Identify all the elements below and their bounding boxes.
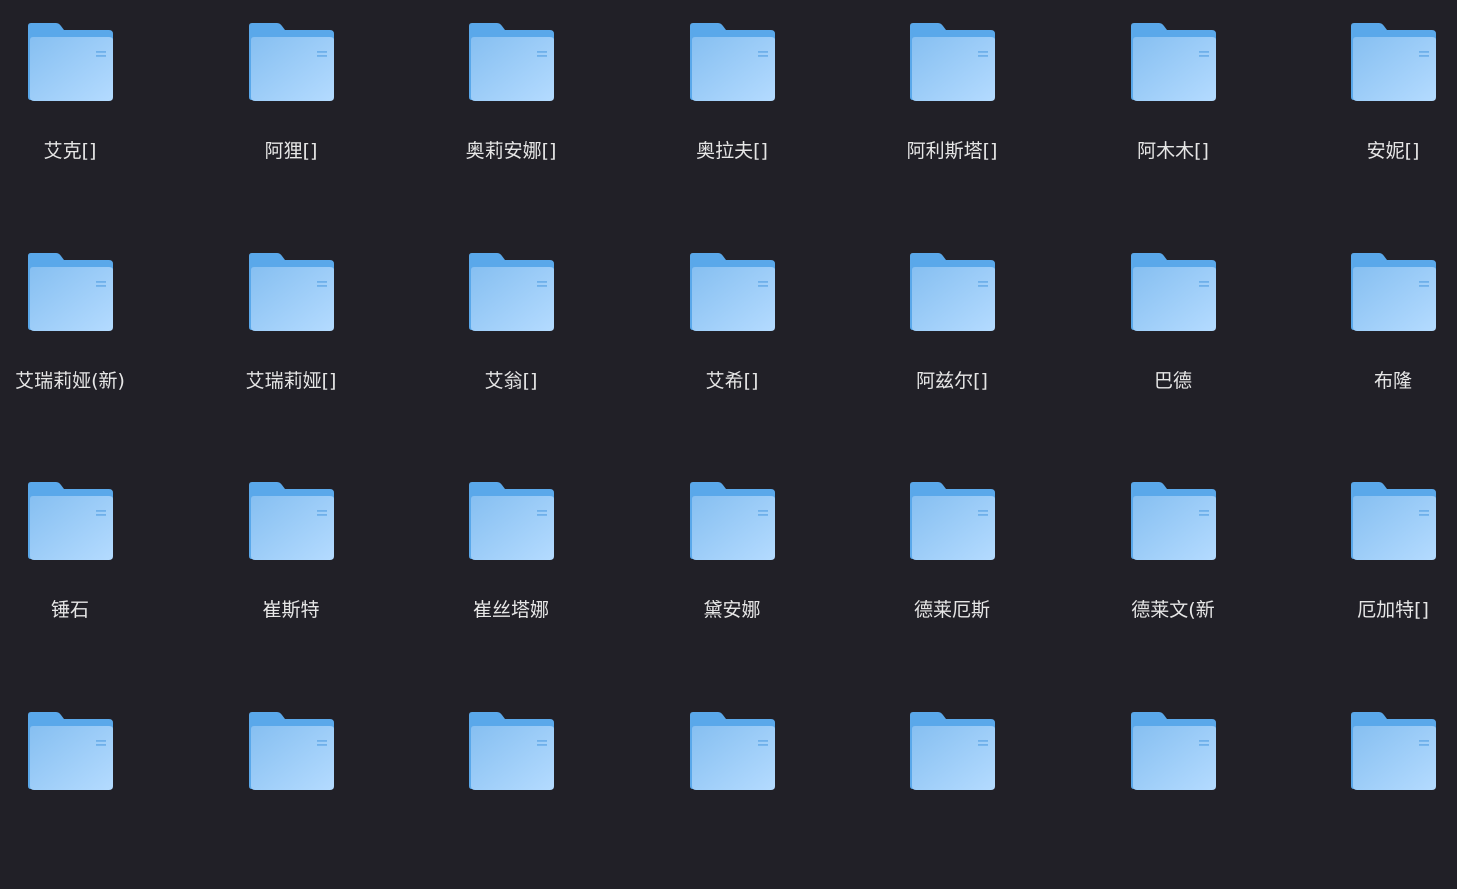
folder-label: 德莱文(新 bbox=[1131, 599, 1215, 621]
folder-icon bbox=[1349, 711, 1437, 791]
folder-item[interactable]: 阿木木[] bbox=[1083, 0, 1263, 200]
folder-icon bbox=[467, 711, 555, 791]
folder-item[interactable] bbox=[1083, 689, 1263, 889]
folder-icon bbox=[247, 481, 335, 561]
folder-item[interactable]: 艾克[] bbox=[0, 0, 160, 200]
folder-item[interactable]: 奥拉夫[] bbox=[642, 0, 822, 200]
folder-icon bbox=[467, 252, 555, 332]
folder-icon bbox=[1129, 481, 1217, 561]
folder-label: 艾瑞莉娅[] bbox=[245, 370, 337, 392]
folder-icon bbox=[688, 711, 776, 791]
folder-item[interactable]: 奥莉安娜[] bbox=[421, 0, 601, 200]
folder-label: 厄加特[] bbox=[1357, 599, 1429, 621]
folder-label: 艾克[] bbox=[43, 140, 97, 162]
folder-icon bbox=[26, 252, 114, 332]
folder-item[interactable]: 崔丝塔娜 bbox=[421, 459, 601, 659]
folder-label: 奥莉安娜[] bbox=[465, 140, 557, 162]
folder-item[interactable]: 布隆 bbox=[1303, 230, 1457, 430]
folder-label: 安妮[] bbox=[1366, 140, 1420, 162]
folder-item[interactable]: 阿利斯塔[] bbox=[862, 0, 1042, 200]
folder-icon bbox=[908, 22, 996, 102]
folder-item[interactable] bbox=[0, 689, 160, 889]
folder-icon bbox=[688, 481, 776, 561]
folder-icon bbox=[247, 22, 335, 102]
folder-icon bbox=[1129, 22, 1217, 102]
folder-icon bbox=[1349, 22, 1437, 102]
folder-item[interactable]: 德莱文(新 bbox=[1083, 459, 1263, 659]
folder-item[interactable] bbox=[201, 689, 381, 889]
folder-icon bbox=[1129, 252, 1217, 332]
folder-icon bbox=[908, 481, 996, 561]
folder-item[interactable]: 厄加特[] bbox=[1303, 459, 1457, 659]
folder-item[interactable] bbox=[862, 689, 1042, 889]
folder-item[interactable] bbox=[421, 689, 601, 889]
folder-label: 阿利斯塔[] bbox=[906, 140, 998, 162]
folder-icon bbox=[247, 252, 335, 332]
folder-item[interactable]: 崔斯特 bbox=[201, 459, 381, 659]
folder-icon bbox=[1349, 481, 1437, 561]
folder-icon bbox=[908, 711, 996, 791]
folder-item[interactable] bbox=[1303, 689, 1457, 889]
folder-label: 锤石 bbox=[50, 599, 89, 621]
folder-item[interactable]: 艾瑞莉娅(新) bbox=[0, 230, 160, 430]
folder-label: 巴德 bbox=[1153, 370, 1192, 392]
folder-label: 黛安娜 bbox=[703, 599, 761, 621]
folder-grid: 艾克[] 阿狸[] 奥莉安娜[] 奥拉夫[] 阿利斯塔[] 阿木木[] 安妮[]… bbox=[0, 0, 1457, 790]
folder-item[interactable] bbox=[642, 689, 822, 889]
folder-item[interactable]: 艾瑞莉娅[] bbox=[201, 230, 381, 430]
folder-icon bbox=[1349, 252, 1437, 332]
folder-icon bbox=[26, 711, 114, 791]
folder-label: 艾瑞莉娅(新) bbox=[15, 370, 125, 392]
folder-item[interactable]: 巴德 bbox=[1083, 230, 1263, 430]
folder-label: 奥拉夫[] bbox=[696, 140, 768, 162]
folder-label: 阿木木[] bbox=[1137, 140, 1209, 162]
folder-label: 崔斯特 bbox=[262, 599, 320, 621]
folder-icon bbox=[247, 711, 335, 791]
folder-icon bbox=[467, 481, 555, 561]
folder-label: 德莱厄斯 bbox=[913, 599, 990, 621]
folder-label: 布隆 bbox=[1373, 370, 1412, 392]
folder-item[interactable]: 艾希[] bbox=[642, 230, 822, 430]
folder-icon bbox=[467, 22, 555, 102]
folder-item[interactable]: 艾翁[] bbox=[421, 230, 601, 430]
folder-label: 艾希[] bbox=[705, 370, 759, 392]
folder-item[interactable]: 德莱厄斯 bbox=[862, 459, 1042, 659]
folder-label: 艾翁[] bbox=[484, 370, 538, 392]
folder-item[interactable]: 安妮[] bbox=[1303, 0, 1457, 200]
folder-icon bbox=[688, 22, 776, 102]
folder-icon bbox=[1129, 711, 1217, 791]
folder-item[interactable]: 阿兹尔[] bbox=[862, 230, 1042, 430]
folder-item[interactable]: 黛安娜 bbox=[642, 459, 822, 659]
folder-item[interactable]: 阿狸[] bbox=[201, 0, 381, 200]
folder-icon bbox=[908, 252, 996, 332]
folder-icon bbox=[688, 252, 776, 332]
folder-label: 阿兹尔[] bbox=[916, 370, 988, 392]
folder-label: 崔丝塔娜 bbox=[472, 599, 549, 621]
folder-item[interactable]: 锤石 bbox=[0, 459, 160, 659]
folder-icon bbox=[26, 481, 114, 561]
folder-icon bbox=[26, 22, 114, 102]
folder-label: 阿狸[] bbox=[264, 140, 318, 162]
